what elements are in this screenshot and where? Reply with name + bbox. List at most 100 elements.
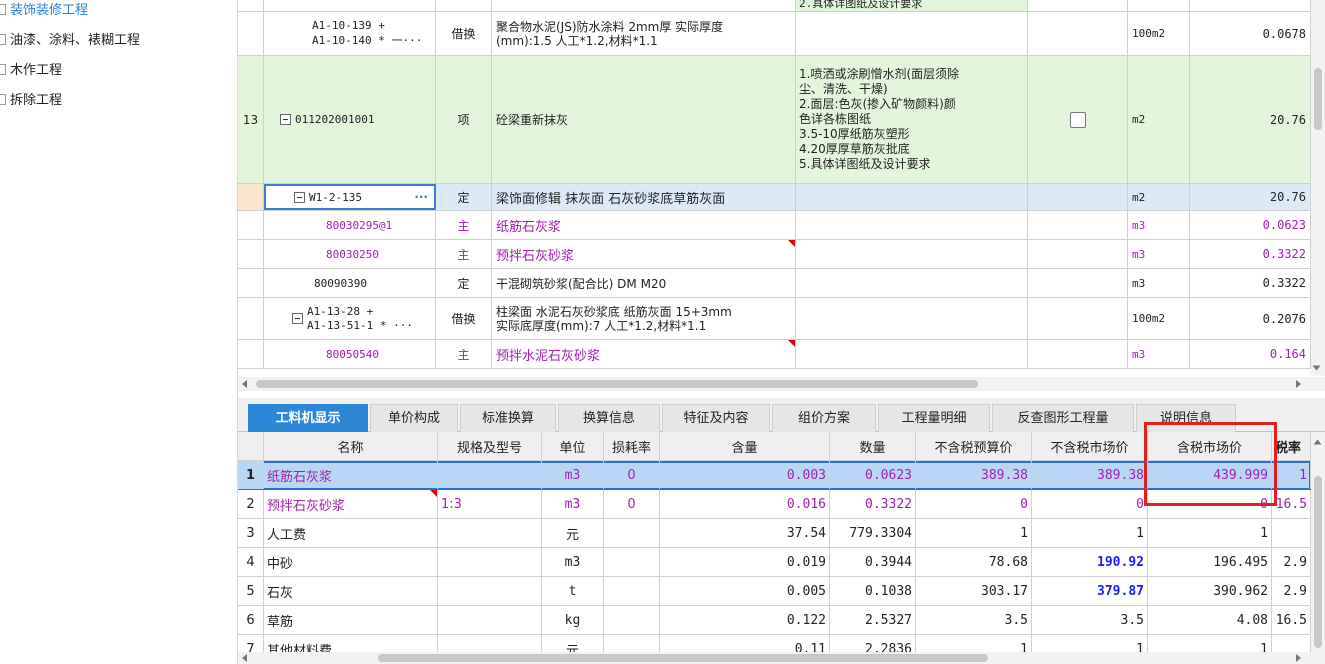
cell-loss[interactable] [604, 606, 660, 634]
table-row[interactable]: A1-13-28 + A1-13-51-1 * ··· 借换 柱梁面 水泥石灰砂浆… [238, 298, 1311, 340]
cell-content[interactable]: 0.016 [660, 490, 830, 518]
cell-spec[interactable] [438, 635, 542, 652]
cell-market-tax[interactable]: 1 [1148, 519, 1272, 547]
cell-name[interactable]: 预拌石灰砂浆 [264, 490, 438, 518]
cell-content[interactable]: 0.019 [660, 548, 830, 576]
cell-content[interactable]: 0.122 [660, 606, 830, 634]
cell-spec[interactable]: 1:3 [438, 490, 542, 518]
upper-vertical-scrollbar[interactable] [1311, 0, 1325, 376]
cell-budget[interactable]: 0 [916, 490, 1032, 518]
cell-unit[interactable]: m3 [542, 548, 604, 576]
table-row[interactable]: 13 011202001001 项 砼梁重新抹灰 1.喷洒或涂刷憎水剂(面层须除… [238, 56, 1311, 184]
cell-unit[interactable]: 元 [542, 635, 604, 652]
cell-market-tax[interactable]: 196.495 [1148, 548, 1272, 576]
material-row[interactable]: 3 人工费 元 37.54 779.3304 1 1 1 [238, 519, 1311, 548]
cell-loss[interactable]: 0 [604, 490, 660, 518]
cell-qty[interactable]: 2.5327 [830, 606, 916, 634]
cell-qty[interactable]: 0.1038 [830, 577, 916, 605]
tab-unit-price[interactable]: 单价构成 [370, 404, 458, 432]
cell-name[interactable]: 石灰 [264, 577, 438, 605]
tab-conversion-info[interactable]: 换算信息 [558, 404, 660, 432]
column-header[interactable]: 名称 [264, 432, 438, 460]
cell-name[interactable]: 其他材料费 [264, 635, 438, 652]
cell-budget[interactable]: 389.38 [916, 461, 1032, 489]
cell-seq[interactable]: 2 [238, 490, 264, 518]
cell-market-tax[interactable]: 4.08 [1148, 606, 1272, 634]
table-row-selected[interactable]: W1-2-135 ··· 定 梁饰面修辑 抹灰面 石灰砂浆底草筋灰面 m2 20.… [238, 184, 1311, 211]
lower-horizontal-scrollbar[interactable] [238, 652, 1325, 664]
material-row[interactable]: 4 中砂 m3 0.019 0.3944 78.68 190.92 196.495 2.9 [238, 548, 1311, 577]
cell-budget[interactable]: 303.17 [916, 577, 1032, 605]
cell-market-tax[interactable]: 390.962 [1148, 577, 1272, 605]
cell-qty[interactable]: 779.3304 [830, 519, 916, 547]
scroll-left-icon[interactable] [242, 654, 247, 662]
scroll-down-icon[interactable] [1312, 365, 1321, 371]
cell-loss[interactable] [604, 635, 660, 652]
scroll-right-icon[interactable] [1296, 380, 1301, 388]
cell-loss[interactable] [604, 577, 660, 605]
cell-rate[interactable]: 16.5 [1272, 490, 1311, 518]
cell-market[interactable]: 1 [1032, 635, 1148, 652]
cell-market[interactable]: 0 [1032, 490, 1148, 518]
scroll-thumb[interactable] [256, 380, 978, 388]
cell-budget[interactable]: 3.5 [916, 606, 1032, 634]
column-header[interactable]: 不含税市场价 [1032, 432, 1148, 460]
column-header[interactable]: 含量 [660, 432, 830, 460]
more-options-button[interactable]: ··· [414, 190, 428, 204]
tree-item-paint[interactable]: 油漆、涂料、裱糊工程 [0, 30, 140, 52]
cell-content[interactable]: 0.11 [660, 635, 830, 652]
cell-spec[interactable] [438, 577, 542, 605]
lower-vertical-scrollbar[interactable] [1311, 432, 1325, 652]
cell-qty[interactable]: 0.3322 [830, 490, 916, 518]
scroll-right-icon[interactable] [1296, 654, 1301, 662]
scroll-left-icon[interactable] [242, 380, 247, 388]
scroll-thumb[interactable] [1314, 68, 1322, 130]
tab-reverse-graphic[interactable]: 反查图形工程量 [992, 404, 1134, 432]
tab-standard-conversion[interactable]: 标准换算 [460, 404, 556, 432]
cell-market[interactable]: 379.87 [1032, 577, 1148, 605]
column-header[interactable]: 不含税预算价 [916, 432, 1032, 460]
cell-market-tax[interactable]: 1 [1148, 635, 1272, 652]
cell-content[interactable]: 0.005 [660, 577, 830, 605]
cell-rate[interactable] [1272, 519, 1311, 547]
table-row[interactable]: 2.具体详图纸及设计要求 [238, 0, 1311, 12]
cell-loss[interactable] [604, 519, 660, 547]
table-row[interactable]: A1-10-139 + A1-10-140 * 一··· 借换 聚合物水泥(JS… [238, 12, 1311, 56]
item-code-editor[interactable]: W1-2-135 ··· [264, 184, 436, 210]
cell-name[interactable]: 人工费 [264, 519, 438, 547]
cell-unit[interactable]: t [542, 577, 604, 605]
collapse-icon[interactable] [280, 114, 291, 125]
column-header[interactable]: 单位 [542, 432, 604, 460]
cell-seq[interactable]: 4 [238, 548, 264, 576]
cell-rate[interactable]: 2.9 [1272, 577, 1311, 605]
tree-item-woodwork[interactable]: 木作工程 [0, 60, 62, 82]
cell-loss[interactable] [604, 548, 660, 576]
cell-qty[interactable]: 0.3944 [830, 548, 916, 576]
cell-unit[interactable]: kg [542, 606, 604, 634]
material-row[interactable]: 5 石灰 t 0.005 0.1038 303.17 379.87 390.962 2.9 [238, 577, 1311, 606]
cell-name[interactable]: 中砂 [264, 548, 438, 576]
cell-content[interactable]: 0.003 [660, 461, 830, 489]
cell-spec[interactable] [438, 606, 542, 634]
collapse-icon[interactable] [292, 313, 303, 324]
cell-loss[interactable]: 0 [604, 461, 660, 489]
tab-quantity-detail[interactable]: 工程量明细 [878, 404, 990, 432]
cell-content[interactable]: 37.54 [660, 519, 830, 547]
cell-rate[interactable]: 16.5 [1272, 606, 1311, 634]
cell-market[interactable]: 190.92 [1032, 548, 1148, 576]
tab-features[interactable]: 特征及内容 [662, 404, 770, 432]
cell-market[interactable]: 1 [1032, 519, 1148, 547]
table-row[interactable]: 80030250 主 预拌石灰砂浆 m3 0.3322 [238, 240, 1311, 269]
material-row[interactable]: 7 其他材料费 元 0.11 2.2836 1 1 1 [238, 635, 1311, 652]
table-row[interactable]: 80030295@1 主 纸筋石灰浆 m3 0.0623 [238, 211, 1311, 240]
cell-seq[interactable]: 1 [238, 461, 264, 489]
scroll-thumb[interactable] [1314, 476, 1322, 648]
cell-seq[interactable]: 7 [238, 635, 264, 652]
cell-budget[interactable]: 78.68 [916, 548, 1032, 576]
table-row[interactable]: 80050540 主 预拌水泥石灰砂浆 m3 0.164 [238, 340, 1311, 369]
cell-spec[interactable] [438, 461, 542, 489]
cell-market[interactable]: 389.38 [1032, 461, 1148, 489]
table-row[interactable]: 80090390 定 干混砌筑砂浆(配合比) DM M20 m3 0.3322 [238, 269, 1311, 298]
tree-item-demolition[interactable]: 拆除工程 [0, 90, 62, 112]
cell-seq[interactable]: 5 [238, 577, 264, 605]
